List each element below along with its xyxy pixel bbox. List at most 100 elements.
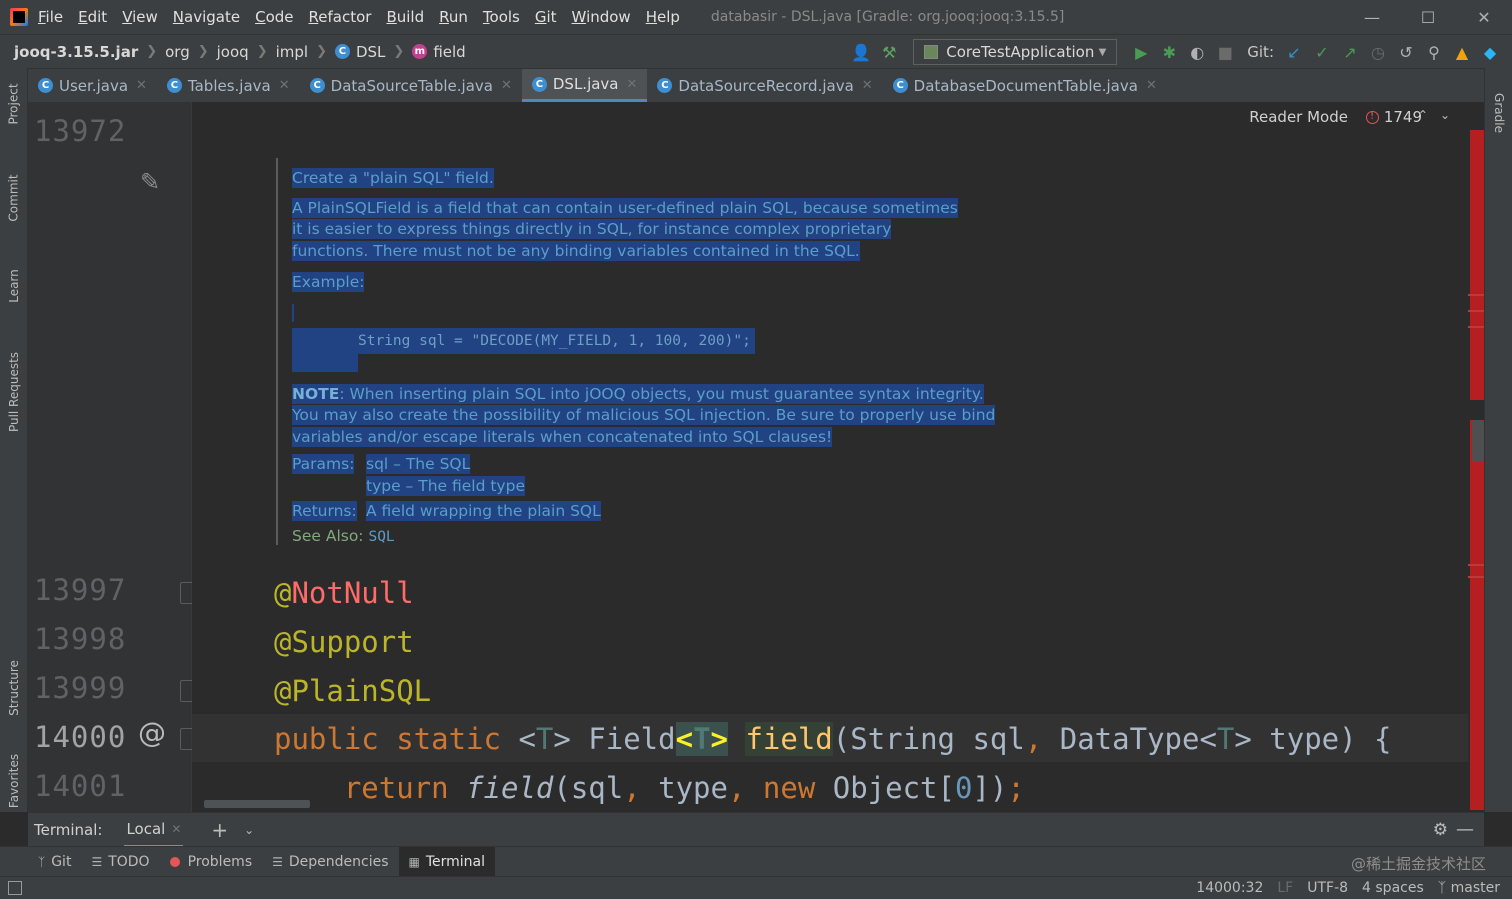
run-icon[interactable]: ▶ [1127, 38, 1155, 66]
debug-icon[interactable]: ✱ [1155, 38, 1183, 66]
horizontal-scrollbar[interactable] [204, 800, 310, 808]
terminal-tab-label: Local [126, 819, 166, 838]
tab-label: DSL.java [552, 75, 619, 93]
tool-favorites[interactable]: Favorites [0, 750, 28, 812]
menu-window[interactable]: Window [572, 8, 631, 26]
tool-terminal[interactable]: ▦ Terminal [398, 846, 496, 877]
tool-dependencies[interactable]: ☰ Dependencies [262, 847, 398, 877]
plus-icon[interactable]: + [211, 818, 228, 842]
tab-databasedocumenttable-java[interactable]: C DatabaseDocumentTable.java ✕ [883, 69, 1167, 102]
watermark: @稀土掘金技术社区 [1350, 855, 1486, 873]
maximize-icon[interactable]: ☐ [1400, 0, 1456, 34]
doc-param-type: type – The field type [366, 475, 525, 496]
close-icon[interactable]: ✕ [279, 78, 290, 93]
breadcrumb-jooq[interactable]: jooq [217, 43, 249, 61]
menu-build[interactable]: Build [386, 8, 424, 26]
terminal-tab-local[interactable]: Local ✕ [124, 813, 184, 847]
tool-todo[interactable]: ☰ TODO [81, 847, 159, 877]
line-number: 14001 [34, 769, 127, 803]
menu-file[interactable]: File [38, 8, 63, 26]
menu-tools[interactable]: Tools [483, 8, 520, 26]
class-icon: C [309, 78, 325, 93]
chevron-down-icon[interactable]: ⌄ [244, 823, 254, 837]
tool-pull-requests[interactable]: Pull Requests [0, 336, 28, 448]
menu-refactor[interactable]: Refactor [309, 8, 372, 26]
menu-git[interactable]: Git [535, 8, 557, 26]
search-icon[interactable]: ⚲ [1420, 38, 1448, 66]
close-icon[interactable]: ✕ [136, 78, 147, 93]
minimize-panel-icon[interactable]: — [1456, 819, 1474, 840]
tab-user-java[interactable]: C User.java ✕ [28, 69, 157, 102]
breadcrumb-field[interactable]: m field [412, 43, 466, 61]
close-window-icon[interactable]: ✕ [1456, 0, 1512, 34]
editor-gutter[interactable]: 13972 ✎ 13997 13998 13999 14000 @ 14001 [28, 102, 200, 812]
error-count-indicator[interactable]: 1749 [1365, 108, 1422, 126]
tab-tables-java[interactable]: C Tables.java ✕ [157, 69, 300, 102]
chevron-right-icon: ❯ [256, 44, 268, 59]
line-number: 13972 [34, 114, 127, 148]
build-hammer-icon[interactable]: ⚒ [875, 38, 903, 66]
git-push-icon[interactable]: ↗ [1336, 38, 1364, 66]
chevron-up-icon[interactable]: ⌃ [1418, 108, 1440, 122]
tool-learn[interactable]: Learn [0, 258, 28, 314]
breadcrumb-dsl[interactable]: C DSL [334, 43, 385, 61]
pencil-icon[interactable]: ✎ [140, 168, 160, 196]
coverage-icon[interactable]: ◐ [1183, 38, 1211, 66]
tool-project[interactable]: Project [0, 74, 28, 134]
doc-params-label: Params: [292, 454, 355, 474]
tool-structure-label: Structure [7, 660, 22, 716]
tab-dsl-java[interactable]: C DSL.java ✕ [521, 69, 648, 102]
doc-see-also-link[interactable]: SQL [368, 529, 394, 545]
update-ide-icon[interactable]: ▲ [1448, 38, 1476, 66]
intellij-logo-icon [10, 8, 28, 26]
vertical-scrollbar-thumb[interactable] [1472, 420, 1484, 462]
implementation-at-icon[interactable]: @ [138, 716, 166, 749]
rollback-icon[interactable]: ↺ [1392, 38, 1420, 66]
close-icon[interactable]: ✕ [171, 822, 181, 836]
doc-returns-text: A field wrapping the plain SQL [366, 501, 601, 521]
menu-run[interactable]: Run [439, 8, 468, 26]
tool-git[interactable]: ᛉ Git [28, 847, 81, 877]
indent-setting[interactable]: 4 spaces [1362, 880, 1424, 896]
nav-arrows[interactable]: ⌃⌄ [1418, 108, 1462, 122]
plugin-icon[interactable]: ◆ [1476, 38, 1504, 66]
breadcrumb-jar[interactable]: jooq-3.15.5.jar [14, 43, 138, 61]
file-encoding[interactable]: UTF-8 [1307, 880, 1348, 896]
git-update-icon[interactable]: ↙ [1280, 38, 1308, 66]
stop-icon[interactable]: ■ [1211, 38, 1239, 66]
user-icon[interactable]: 👤 [847, 38, 875, 66]
close-icon[interactable]: ✕ [627, 77, 638, 92]
reader-mode-button[interactable]: Reader Mode [1249, 108, 1348, 126]
menu-help[interactable]: Help [646, 8, 680, 26]
tab-datasourcerecord-java[interactable]: C DataSourceRecord.java ✕ [647, 69, 882, 102]
line-separator[interactable]: LF [1277, 880, 1293, 896]
git-commit-icon[interactable]: ✓ [1308, 38, 1336, 66]
error-icon [1365, 109, 1379, 124]
tool-problems[interactable]: Problems [160, 847, 263, 877]
code-editor[interactable]: Reader Mode 1749 ⌃⌄ Create a "plain SQL"… [192, 102, 1468, 812]
toggle-tool-windows-icon[interactable] [8, 881, 22, 895]
menu-navigate[interactable]: Navigate [173, 8, 240, 26]
tool-gradle[interactable]: Gradle [1485, 78, 1512, 148]
menu-view[interactable]: View [122, 8, 158, 26]
menu-edit[interactable]: Edit [78, 8, 107, 26]
history-icon[interactable]: ◷ [1364, 38, 1392, 66]
breadcrumb-org[interactable]: org [165, 43, 190, 61]
tool-structure[interactable]: Structure [0, 646, 28, 730]
gear-icon[interactable]: ⚙ [1433, 820, 1448, 840]
caret-position[interactable]: 14000:32 [1196, 880, 1263, 896]
tab-datasourcetable-java[interactable]: C DataSourceTable.java ✕ [300, 69, 522, 102]
chevron-down-icon[interactable]: ⌄ [1440, 108, 1462, 122]
tool-commit[interactable]: Commit [0, 162, 28, 234]
close-icon[interactable]: ✕ [862, 78, 873, 93]
close-icon[interactable]: ✕ [1146, 78, 1157, 93]
error-stripe[interactable] [1468, 130, 1484, 810]
git-branch[interactable]: ᛉ master [1438, 880, 1500, 896]
close-icon[interactable]: ✕ [501, 78, 512, 93]
breadcrumb-impl[interactable]: impl [276, 43, 308, 61]
menu-code[interactable]: Code [255, 8, 293, 26]
doc-note-text: : When inserting plain SQL into jOOQ obj… [292, 384, 996, 446]
minimize-icon[interactable]: — [1344, 0, 1400, 34]
run-configuration-select[interactable]: CoreTestApplication ▼ [913, 39, 1118, 65]
git-branch-icon: ᛉ [38, 854, 46, 869]
